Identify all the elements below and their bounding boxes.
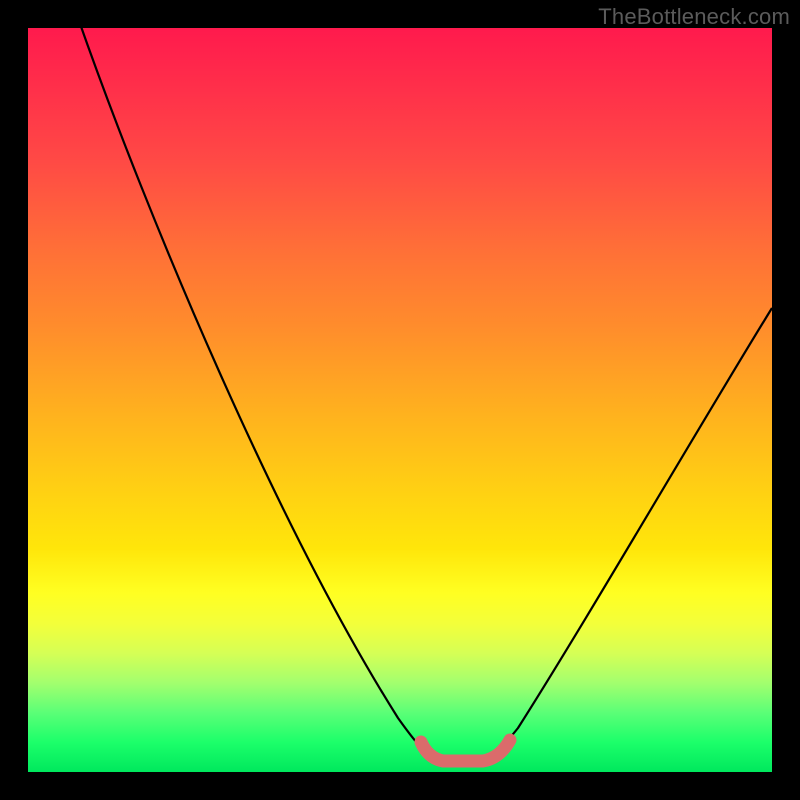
watermark-label: TheBottleneck.com <box>598 4 790 30</box>
plot-area <box>28 28 772 772</box>
bottleneck-curve-path <box>78 18 772 763</box>
curve-svg <box>28 28 772 772</box>
valley-marker-path <box>421 740 510 761</box>
chart-frame: TheBottleneck.com <box>0 0 800 800</box>
